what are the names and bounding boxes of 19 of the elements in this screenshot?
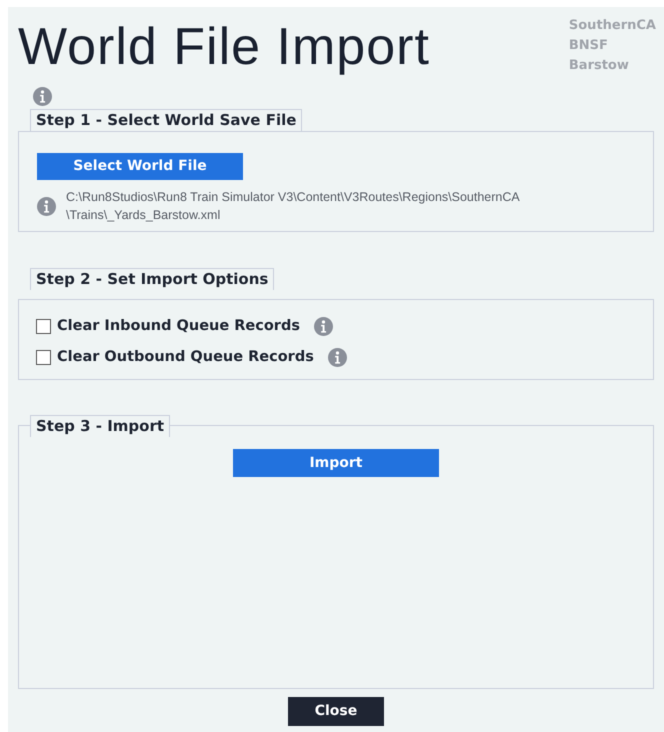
close-button[interactable]: Close xyxy=(288,697,384,726)
section-legend: Step 2 - Set Import Options xyxy=(30,268,274,290)
section-legend: Step 3 - Import xyxy=(30,415,170,437)
route-info-text: BNSF xyxy=(568,37,609,55)
page-title: World File Import xyxy=(18,17,430,77)
checkbox[interactable] xyxy=(36,319,51,334)
info-icon xyxy=(314,317,333,336)
option-label: Clear Outbound Queue Records xyxy=(57,348,314,367)
import-button[interactable]: Import xyxy=(233,449,439,477)
info-icon xyxy=(37,196,56,216)
info-icon xyxy=(328,348,347,368)
file-path-text: C:\Run8Studios\Run8 Train Simulator V3\Content\V3Routes\Regions\SouthernCA \Trains\_Yards_Barstow.xml xyxy=(66,189,520,224)
option-label: Clear Inbound Queue Records xyxy=(57,317,300,336)
checkbox[interactable] xyxy=(36,350,51,366)
info-icon xyxy=(33,87,52,106)
route-info-text: SouthernCA xyxy=(568,17,656,35)
section-legend: Step 1 - Select World Save File xyxy=(30,109,302,131)
select-world-file-button[interactable]: Select World File xyxy=(37,153,243,180)
route-info-text: Barstow xyxy=(568,57,630,75)
